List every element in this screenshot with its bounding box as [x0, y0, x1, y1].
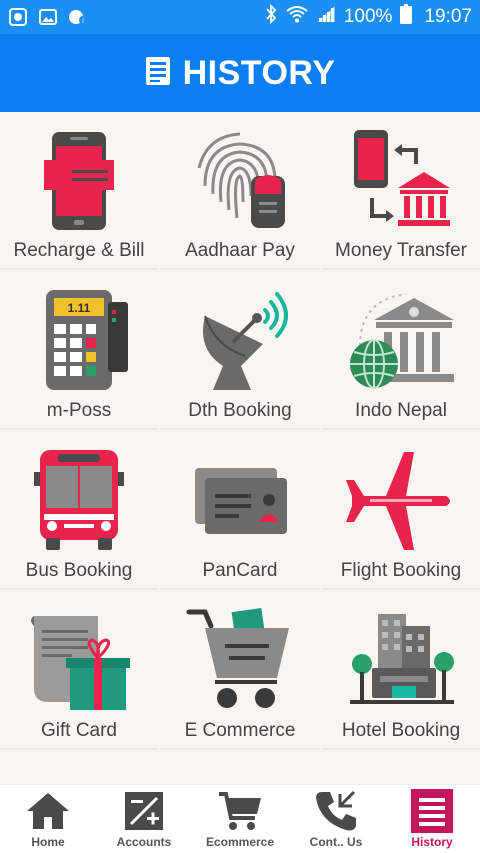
- service-label: m-Poss: [46, 400, 112, 421]
- bottom-navigation: Home Accounts Ecommerce Cont.. Us Histor…: [0, 784, 480, 853]
- service-label: Recharge & Bill: [13, 240, 145, 261]
- accounts-icon: [120, 788, 168, 834]
- service-label: Hotel Booking: [341, 720, 461, 741]
- gift-card-icon: [31, 616, 130, 710]
- phone-icon: [312, 788, 360, 834]
- battery-icon: [400, 4, 413, 30]
- service-label: PanCard: [202, 560, 278, 581]
- service-e-commerce[interactable]: E Commerce: [161, 592, 319, 750]
- service-aadhaar-pay[interactable]: Aadhaar Pay: [161, 112, 319, 270]
- bluetooth-icon: [264, 3, 278, 30]
- pos-machine-icon: 1.11: [46, 290, 128, 390]
- cart-icon: [216, 788, 264, 834]
- satellite-dish-icon: [203, 292, 288, 390]
- service-label: Indo Nepal: [355, 400, 447, 421]
- home-icon: [24, 788, 72, 834]
- nav-history[interactable]: History: [384, 785, 480, 853]
- hotel-building-icon: [350, 614, 454, 704]
- service-gift-card[interactable]: Gift Card: [0, 592, 158, 750]
- nav-label: Cont.. Us: [309, 835, 363, 849]
- nav-label: Accounts: [116, 835, 172, 849]
- service-pancard[interactable]: PanCard: [161, 432, 319, 590]
- fingerprint-icon: [197, 132, 285, 228]
- nav-ecommerce[interactable]: Ecommerce: [192, 785, 288, 853]
- battery-percentage: 100%: [343, 6, 393, 27]
- app-bar: HISTORY: [0, 34, 480, 112]
- svg-text:1.11: 1.11: [68, 301, 91, 315]
- bus-icon: [34, 450, 124, 550]
- mobile-recharge-icon: [44, 132, 114, 230]
- nav-contact-us[interactable]: Cont.. Us: [288, 785, 384, 853]
- image-notification-icon: [38, 7, 58, 27]
- service-label: E Commerce: [184, 720, 296, 741]
- history-icon: [408, 788, 456, 834]
- service-label: Aadhaar Pay: [185, 240, 295, 261]
- status-bar: i 100% 19:07: [0, 0, 480, 34]
- signal-icon: [316, 5, 336, 29]
- settings-notification-icon: i: [68, 7, 88, 27]
- service-label: Flight Booking: [340, 560, 462, 581]
- bank-globe-icon: [350, 293, 454, 389]
- page-title: HISTORY: [182, 53, 336, 92]
- document-list-icon: [145, 56, 171, 91]
- nav-label: History: [411, 835, 453, 849]
- services-grid: Recharge & Bill Aadhaar Pay Money Transf…: [0, 112, 480, 784]
- service-money-transfer[interactable]: Money Transfer: [322, 112, 480, 270]
- nav-label: Ecommerce: [205, 835, 275, 849]
- wifi-icon: [286, 5, 308, 29]
- service-recharge-bill[interactable]: Recharge & Bill: [0, 112, 158, 270]
- service-label: Money Transfer: [335, 240, 467, 261]
- service-m-poss[interactable]: 1.11 m-Poss: [0, 272, 158, 430]
- service-label: Dth Booking: [188, 400, 292, 421]
- service-dth-booking[interactable]: Dth Booking: [161, 272, 319, 430]
- service-hotel-booking[interactable]: Hotel Booking: [322, 592, 480, 750]
- service-label: Bus Booking: [25, 560, 133, 581]
- service-indo-nepal[interactable]: Indo Nepal: [322, 272, 480, 430]
- id-card-icon: [195, 468, 287, 534]
- airplane-icon: [346, 452, 450, 550]
- nav-home[interactable]: Home: [0, 785, 96, 853]
- service-label: Gift Card: [40, 720, 118, 741]
- money-transfer-icon: [354, 130, 450, 226]
- shopping-cart-icon: [186, 608, 289, 708]
- clock: 19:07: [424, 6, 472, 27]
- app-notification-icon: [8, 7, 28, 27]
- nav-label: Home: [31, 835, 65, 849]
- service-flight-booking[interactable]: Flight Booking: [322, 432, 480, 590]
- nav-accounts[interactable]: Accounts: [96, 785, 192, 853]
- service-bus-booking[interactable]: Bus Booking: [0, 432, 158, 590]
